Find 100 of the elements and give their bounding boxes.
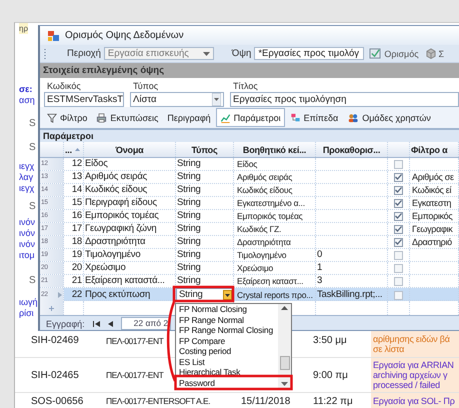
list-item[interactable]: Hierarchical Task [176,367,278,378]
table-cell: Εξαίρεση καταστ... [234,275,316,287]
checkbox[interactable] [394,250,403,260]
table-cell: Γεωγραφική ζώνη [84,223,176,235]
link-fragment[interactable]: ινόν [19,238,36,250]
table-cell: 3 [316,275,388,287]
input-field[interactable]: ESTMServTasksT [44,92,124,107]
users-icon [347,112,360,122]
link-fragment[interactable]: αση [19,94,35,106]
checkbox[interactable] [394,238,403,246]
field-label: Τύπος [132,80,160,92]
type-combo[interactable]: Λίστα [130,92,224,107]
link-fragment[interactable]: ινόν [19,216,36,228]
record-code: SIH-02465 [31,370,79,380]
tab[interactable]: Εκτυπώσεις [92,108,162,127]
list-item[interactable]: Costing period [176,346,278,356]
list-item[interactable]: Password [176,378,278,388]
table-cell: Δραστηριότητα [234,236,316,248]
define-button[interactable]: Ορισμός [367,48,421,59]
list-item[interactable]: FP Compare [176,336,278,346]
table-cell: String [176,275,234,287]
checkbox[interactable] [394,224,403,234]
link-fragment[interactable]: λαγ [19,172,34,182]
customer-code: ΠΕΛ-00177-ENTERSOFT A.E. [106,396,210,406]
list-item[interactable]: ES List [176,356,278,367]
dropdown-button [223,290,232,300]
table-cell: Εγκατεστη [410,197,459,209]
link-fragment[interactable]: ιωγή [19,296,38,308]
record-label: Εγγραφή: [46,318,85,328]
tab[interactable]: Επίπεδα [286,108,342,127]
toolbar-button[interactable]: Σ [424,48,446,59]
column-header[interactable]: Βοηθητικό κεί... [234,142,316,157]
record-time: 9:00 πμ [313,370,348,380]
table-cell: Εξαίρεση καταστά... [84,275,176,287]
customer-code: ΠΕΛ-00177-ENT [106,370,164,380]
link-fragment[interactable]: ινόν [19,228,36,238]
row-selector[interactable] [40,301,64,315]
scrollbar[interactable] [278,304,291,388]
layers-icon [290,112,301,122]
table-cell: Είδος [84,158,176,170]
first-record-icon [92,320,100,326]
link-fragment[interactable]: ρίσι [19,308,34,318]
tab[interactable]: Περιγραφή [163,108,215,127]
table-cell: String [176,236,234,248]
list-item[interactable]: FP Normal Closing [176,304,278,314]
table-cell: String [176,184,234,196]
table-cell: 18 [64,236,84,248]
row-pointer-icon [58,292,62,298]
link-fragment[interactable]: ιτομ [19,250,35,260]
view-combo[interactable]: *Εργασίες προς τιμολόγ [254,47,364,60]
table-cell: Τιμολογημένο [84,249,176,261]
checkbox[interactable] [394,276,403,286]
checkbox[interactable] [394,172,403,182]
column-header[interactable]: ... [64,142,84,157]
checkbox[interactable] [394,198,403,208]
area-label: Περιοχή [67,48,101,59]
table-cell: 14 [64,184,84,196]
section-header: Στοιχεία επιλεγμένης όψης [40,63,459,78]
table-cell: Κωδικός εί [410,184,459,196]
tab[interactable]: Φίλτρο [43,108,92,127]
cube-icon [426,48,436,59]
plus-icon [49,306,54,310]
checkbox[interactable] [394,160,403,168]
tab[interactable]: Παράμετροι [216,108,285,127]
column-header[interactable]: Προκαθορισ... [316,142,388,157]
checkbox[interactable] [394,186,403,194]
tab[interactable]: Ομάδες χρηστών [343,108,435,127]
column-header[interactable]: Όνομα [84,142,176,157]
table-cell: String [176,249,234,261]
link-fragment[interactable]: ιεγχ [19,182,34,194]
table-cell: 15 [64,197,84,209]
table-cell: Crystal reports προ... [234,288,316,302]
table-cell: 0 [316,249,388,261]
checkbox[interactable] [394,290,403,300]
description-cell: Εργασία για ARRIAN archiving αρχείων γ processed / failed [371,358,459,392]
column-header[interactable]: Τύπος [176,142,234,157]
table-cell: String [176,262,234,274]
checkbox[interactable] [394,264,403,272]
table-cell: 16 [64,210,84,222]
view-label: Όψη [232,48,252,59]
scroll-thumb[interactable] [280,356,290,370]
link-fragment[interactable]: ιεγχ [19,160,34,172]
column-header[interactable]: Φίλτρο α [410,142,459,157]
input-field[interactable]: Εργασίες προς τιμολόγηση [230,92,459,107]
table-cell: 1 [316,262,388,274]
table-cell: Χρεώσιμο [84,262,176,274]
table-cell: 21 [64,275,84,287]
position-field[interactable]: 22 από 2 [120,317,172,330]
table-cell: Γεωγραφικ [410,223,459,235]
record-date: 15/11/2018 [241,396,290,406]
table-cell: 13 [64,171,84,183]
list-item[interactable]: FP Range Normal Closing [176,325,278,336]
table-cell: String [176,223,234,235]
link-fragment[interactable]: σε: [19,84,32,94]
app-icon [48,30,59,40]
table-cell: Κωδικός είδους [234,184,316,196]
list-item[interactable]: FP Range Normal [176,314,278,325]
table-cell: Εμπορικός τομέας [234,210,316,222]
record-code: SOS-00656 [31,396,84,406]
checkbox[interactable] [394,212,403,220]
